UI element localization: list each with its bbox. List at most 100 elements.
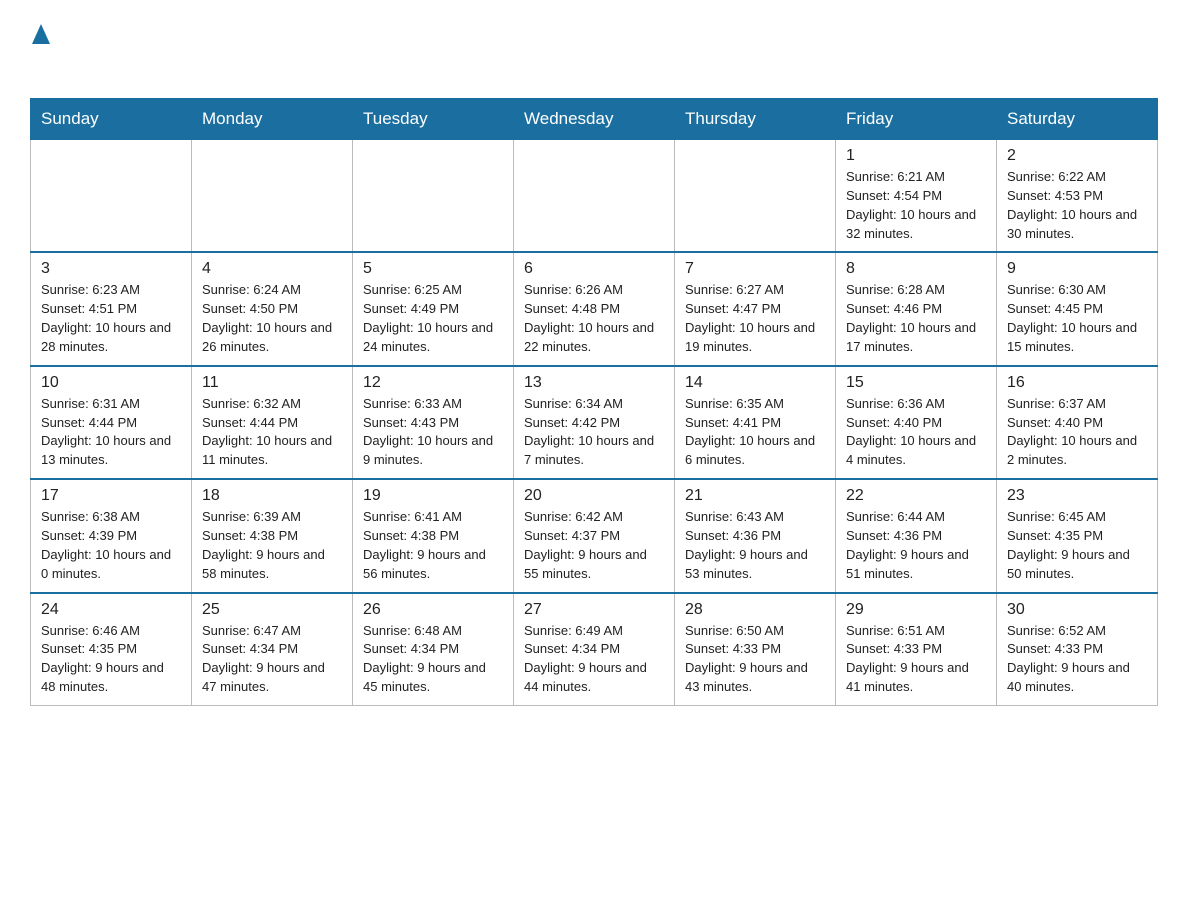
calendar-cell: 3Sunrise: 6:23 AMSunset: 4:51 PMDaylight… bbox=[31, 252, 192, 365]
weekday-header-tuesday: Tuesday bbox=[353, 99, 514, 140]
day-info: Sunrise: 6:50 AMSunset: 4:33 PMDaylight:… bbox=[685, 622, 825, 697]
calendar-cell: 23 Sunrise: 6:45 AMSunset: 4:35 PMDayligh… bbox=[997, 479, 1158, 592]
day-number: 17 bbox=[41, 487, 181, 505]
day-number: 12 bbox=[363, 374, 503, 392]
calendar-cell: 15Sunrise: 6:36 AMSunset: 4:40 PMDayligh… bbox=[836, 366, 997, 479]
day-info: Sunrise: 6:24 AMSunset: 4:50 PMDaylight:… bbox=[202, 281, 342, 356]
calendar-cell: 17 Sunrise: 6:38 AMSunset: 4:39 PMDayligh… bbox=[31, 479, 192, 592]
calendar-cell: 12 Sunrise: 6:33 AMSunset: 4:43 PMDayligh… bbox=[353, 366, 514, 479]
day-info: Sunrise: 6:51 AMSunset: 4:33 PMDaylight:… bbox=[846, 622, 986, 697]
day-info: Sunrise: 6:48 AMSunset: 4:34 PMDaylight:… bbox=[363, 622, 503, 697]
day-number: 11 bbox=[202, 374, 342, 392]
day-number: 4 bbox=[202, 260, 342, 278]
day-info: Sunrise: 6:22 AMSunset: 4:53 PMDaylight:… bbox=[1007, 168, 1147, 243]
weekday-header-monday: Monday bbox=[192, 99, 353, 140]
calendar-cell: 6 Sunrise: 6:26 AMSunset: 4:48 PMDaylight… bbox=[514, 252, 675, 365]
calendar-cell: 7Sunrise: 6:27 AMSunset: 4:47 PMDaylight… bbox=[675, 252, 836, 365]
day-info: Sunrise: 6:25 AMSunset: 4:49 PMDaylight:… bbox=[363, 281, 503, 356]
day-number: 10 bbox=[41, 374, 181, 392]
day-info: Sunrise: 6:21 AMSunset: 4:54 PMDaylight:… bbox=[846, 168, 986, 243]
day-info: Sunrise: 6:41 AMSunset: 4:38 PMDaylight:… bbox=[363, 508, 503, 583]
day-info: Sunrise: 6:28 AMSunset: 4:46 PMDaylight:… bbox=[846, 281, 986, 356]
calendar-cell: 4 Sunrise: 6:24 AMSunset: 4:50 PMDaylight… bbox=[192, 252, 353, 365]
day-info: Sunrise: 6:32 AMSunset: 4:44 PMDaylight:… bbox=[202, 395, 342, 470]
calendar-cell: 27Sunrise: 6:49 AMSunset: 4:34 PMDayligh… bbox=[514, 593, 675, 706]
weekday-header-thursday: Thursday bbox=[675, 99, 836, 140]
calendar-cell: 10 Sunrise: 6:31 AMSunset: 4:44 PMDayligh… bbox=[31, 366, 192, 479]
day-info: Sunrise: 6:44 AMSunset: 4:36 PMDaylight:… bbox=[846, 508, 986, 583]
weekday-header-friday: Friday bbox=[836, 99, 997, 140]
day-info: Sunrise: 6:52 AMSunset: 4:33 PMDaylight:… bbox=[1007, 622, 1147, 697]
calendar-cell: 30 Sunrise: 6:52 AMSunset: 4:33 PMDayligh… bbox=[997, 593, 1158, 706]
day-number: 5 bbox=[363, 260, 503, 278]
day-number: 9 bbox=[1007, 260, 1147, 278]
calendar-cell: 16 Sunrise: 6:37 AMSunset: 4:40 PMDayligh… bbox=[997, 366, 1158, 479]
calendar-cell bbox=[675, 140, 836, 253]
logo-triangle-icon bbox=[32, 20, 50, 48]
day-number: 25 bbox=[202, 601, 342, 619]
page-header bbox=[30, 20, 1158, 80]
calendar-cell bbox=[514, 140, 675, 253]
day-number: 28 bbox=[685, 601, 825, 619]
calendar-cell bbox=[192, 140, 353, 253]
day-number: 13 bbox=[524, 374, 664, 392]
day-number: 14 bbox=[685, 374, 825, 392]
calendar-cell bbox=[31, 140, 192, 253]
calendar-cell: 22 Sunrise: 6:44 AMSunset: 4:36 PMDayligh… bbox=[836, 479, 997, 592]
calendar-cell: 29 Sunrise: 6:51 AMSunset: 4:33 PMDayligh… bbox=[836, 593, 997, 706]
day-number: 23 bbox=[1007, 487, 1147, 505]
day-info: Sunrise: 6:49 AMSunset: 4:34 PMDaylight:… bbox=[524, 622, 664, 697]
day-info: Sunrise: 6:37 AMSunset: 4:40 PMDaylight:… bbox=[1007, 395, 1147, 470]
calendar-cell: 14 Sunrise: 6:35 AMSunset: 4:41 PMDayligh… bbox=[675, 366, 836, 479]
week-row-2: 3Sunrise: 6:23 AMSunset: 4:51 PMDaylight… bbox=[31, 252, 1158, 365]
day-info: Sunrise: 6:34 AMSunset: 4:42 PMDaylight:… bbox=[524, 395, 664, 470]
day-number: 20 bbox=[524, 487, 664, 505]
day-number: 21 bbox=[685, 487, 825, 505]
logo bbox=[30, 20, 50, 80]
day-number: 22 bbox=[846, 487, 986, 505]
calendar-cell: 21 Sunrise: 6:43 AMSunset: 4:36 PMDayligh… bbox=[675, 479, 836, 592]
day-number: 29 bbox=[846, 601, 986, 619]
calendar-cell: 28 Sunrise: 6:50 AMSunset: 4:33 PMDayligh… bbox=[675, 593, 836, 706]
day-info: Sunrise: 6:45 AMSunset: 4:35 PMDaylight:… bbox=[1007, 508, 1147, 583]
day-number: 16 bbox=[1007, 374, 1147, 392]
calendar-cell: 24Sunrise: 6:46 AMSunset: 4:35 PMDayligh… bbox=[31, 593, 192, 706]
calendar-cell: 25 Sunrise: 6:47 AMSunset: 4:34 PMDayligh… bbox=[192, 593, 353, 706]
day-info: Sunrise: 6:27 AMSunset: 4:47 PMDaylight:… bbox=[685, 281, 825, 356]
calendar-cell: 1Sunrise: 6:21 AMSunset: 4:54 PMDaylight… bbox=[836, 140, 997, 253]
calendar-cell bbox=[353, 140, 514, 253]
day-info: Sunrise: 6:38 AMSunset: 4:39 PMDaylight:… bbox=[41, 508, 181, 583]
day-number: 19 bbox=[363, 487, 503, 505]
weekday-header-sunday: Sunday bbox=[31, 99, 192, 140]
calendar-cell: 19 Sunrise: 6:41 AMSunset: 4:38 PMDayligh… bbox=[353, 479, 514, 592]
calendar-cell: 18 Sunrise: 6:39 AMSunset: 4:38 PMDayligh… bbox=[192, 479, 353, 592]
day-info: Sunrise: 6:33 AMSunset: 4:43 PMDaylight:… bbox=[363, 395, 503, 470]
day-info: Sunrise: 6:46 AMSunset: 4:35 PMDaylight:… bbox=[41, 622, 181, 697]
weekday-header-saturday: Saturday bbox=[997, 99, 1158, 140]
day-number: 18 bbox=[202, 487, 342, 505]
day-number: 26 bbox=[363, 601, 503, 619]
day-number: 30 bbox=[1007, 601, 1147, 619]
day-info: Sunrise: 6:35 AMSunset: 4:41 PMDaylight:… bbox=[685, 395, 825, 470]
week-row-3: 10 Sunrise: 6:31 AMSunset: 4:44 PMDayligh… bbox=[31, 366, 1158, 479]
day-info: Sunrise: 6:30 AMSunset: 4:45 PMDaylight:… bbox=[1007, 281, 1147, 356]
calendar-cell: 11 Sunrise: 6:32 AMSunset: 4:44 PMDayligh… bbox=[192, 366, 353, 479]
day-info: Sunrise: 6:23 AMSunset: 4:51 PMDaylight:… bbox=[41, 281, 181, 356]
calendar-cell: 20 Sunrise: 6:42 AMSunset: 4:37 PMDayligh… bbox=[514, 479, 675, 592]
day-info: Sunrise: 6:42 AMSunset: 4:37 PMDaylight:… bbox=[524, 508, 664, 583]
day-info: Sunrise: 6:39 AMSunset: 4:38 PMDaylight:… bbox=[202, 508, 342, 583]
calendar-cell: 9 Sunrise: 6:30 AMSunset: 4:45 PMDaylight… bbox=[997, 252, 1158, 365]
day-number: 8 bbox=[846, 260, 986, 278]
day-info: Sunrise: 6:43 AMSunset: 4:36 PMDaylight:… bbox=[685, 508, 825, 583]
calendar-cell: 26 Sunrise: 6:48 AMSunset: 4:34 PMDayligh… bbox=[353, 593, 514, 706]
day-info: Sunrise: 6:26 AMSunset: 4:48 PMDaylight:… bbox=[524, 281, 664, 356]
day-info: Sunrise: 6:31 AMSunset: 4:44 PMDaylight:… bbox=[41, 395, 181, 470]
week-row-5: 24Sunrise: 6:46 AMSunset: 4:35 PMDayligh… bbox=[31, 593, 1158, 706]
day-info: Sunrise: 6:47 AMSunset: 4:34 PMDaylight:… bbox=[202, 622, 342, 697]
weekday-header-row: SundayMondayTuesdayWednesdayThursdayFrid… bbox=[31, 99, 1158, 140]
calendar-cell: 8 Sunrise: 6:28 AMSunset: 4:46 PMDaylight… bbox=[836, 252, 997, 365]
week-row-1: 1Sunrise: 6:21 AMSunset: 4:54 PMDaylight… bbox=[31, 140, 1158, 253]
calendar-table: SundayMondayTuesdayWednesdayThursdayFrid… bbox=[30, 98, 1158, 706]
day-number: 6 bbox=[524, 260, 664, 278]
calendar-cell: 13 Sunrise: 6:34 AMSunset: 4:42 PMDayligh… bbox=[514, 366, 675, 479]
